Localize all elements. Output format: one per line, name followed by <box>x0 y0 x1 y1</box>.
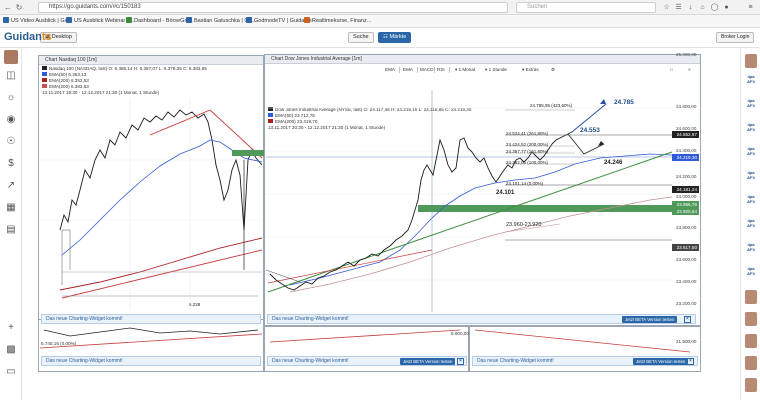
fib-level-label: 24.101,14 (0,00%) <box>506 181 544 186</box>
y-axis-tick: 24.200,00 <box>676 174 697 179</box>
target-alt-label: 24.246 <box>604 160 623 166</box>
target-low-label: 24.101 <box>496 190 515 196</box>
y-axis-tick: 24.400,00 <box>676 148 697 153</box>
dow-ema50-line <box>289 153 673 286</box>
fib-level-label: 24.262,06 (100,00%) <box>506 160 549 165</box>
price-tag: 23.617,50 <box>672 244 699 251</box>
fib-level-label: 24.424,52 (200,00%) <box>506 142 549 147</box>
fib-level-label: 24.524,41 (261,80%) <box>506 131 549 136</box>
dow-chart-drawing <box>265 90 673 312</box>
y-axis-tick: 25.000,00 <box>676 52 697 57</box>
fib-level-label: 24.367,77 (161,80%) <box>506 149 549 154</box>
target-mid-label: 24.553 <box>580 127 600 134</box>
dow-red-trendline <box>267 249 433 284</box>
y-axis-tick: 23.400,00 <box>676 279 697 284</box>
y-axis-tick: 23.200,00 <box>676 301 697 306</box>
price-tag: 23.920,64 <box>672 208 699 215</box>
y-axis-tick: 24.000,00 <box>676 194 697 199</box>
price-tag: 24.552,97 <box>672 131 699 138</box>
dow-forecast-arrowhead <box>600 99 606 104</box>
fib-level-label: 24.785,95 (423,60%) <box>530 103 573 108</box>
price-tag: 24.181,24 <box>672 186 699 193</box>
y-axis-tick: 24.800,00 <box>676 104 697 109</box>
dow-support-zone <box>418 205 672 212</box>
support-zone-label: 23.960-23.920 <box>506 222 542 228</box>
target-high-label: 24.785 <box>614 99 634 106</box>
y-axis-tick: 23.600,00 <box>676 257 697 262</box>
price-tag: 23.956,76 <box>672 201 699 208</box>
dow-forecast-arrow-alt <box>583 143 605 155</box>
price-tag: 24.219,30 <box>672 154 699 161</box>
y-axis-tick: 23.800,00 <box>676 225 697 230</box>
